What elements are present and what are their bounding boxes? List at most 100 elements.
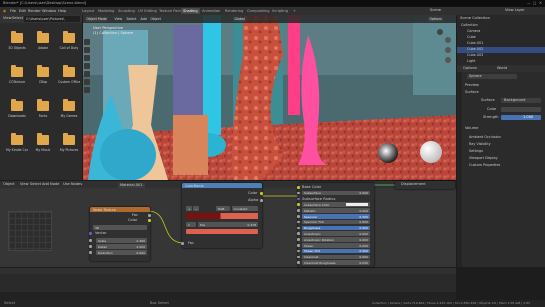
folder-icon[interactable]	[11, 133, 23, 145]
noise-input-socket[interactable]	[89, 239, 92, 242]
tab-rendering[interactable]: Rendering	[223, 8, 245, 14]
object-mode-dropdown[interactable]: Object Mode	[85, 16, 109, 22]
subsurface-color-swatch[interactable]	[346, 203, 368, 207]
noise-field[interactable]: Detail 2.000	[96, 244, 147, 249]
ramp-add-button[interactable]: +	[186, 206, 192, 211]
bsdf-input-socket[interactable]	[297, 220, 300, 224]
bsdf-input-socket[interactable]	[297, 261, 300, 264]
menu-window[interactable]: Window	[42, 9, 56, 13]
bsdf-input-field[interactable]: Sheen Tint 0.500	[302, 248, 370, 253]
bsdf-input-field[interactable]: Clearcoat 0.000	[302, 254, 370, 259]
ramp-mode-dropdown[interactable]: RGB	[216, 206, 230, 211]
noise-input-socket[interactable]	[89, 251, 92, 254]
strength-field[interactable]	[501, 115, 541, 120]
bsdf-input-socket[interactable]	[297, 226, 300, 230]
folder-icon[interactable]	[37, 31, 49, 43]
properties-subpanel[interactable]: Ambient Occlusion	[469, 135, 539, 141]
bsdf-input-socket[interactable]	[297, 215, 300, 218]
folder-icon[interactable]	[63, 65, 75, 77]
ramp-stop-index[interactable]: 1	[186, 222, 196, 227]
cursor-tool-icon[interactable]	[84, 39, 90, 45]
tab-compositing[interactable]: Compositing	[245, 8, 272, 14]
noise-field[interactable]: Scale 2.300	[96, 238, 147, 243]
bsdf-input-socket[interactable]	[297, 209, 300, 212]
properties-tab-world[interactable]: World	[497, 66, 507, 71]
node-editor[interactable]: Object View Select Add Node Use Nodes Ma…	[0, 181, 456, 267]
noise-texture-node[interactable]: Noise Texture Fac Color 3D Vector Scale 2…	[89, 207, 151, 261]
measure-tool-icon[interactable]	[84, 87, 90, 93]
properties-tab-options[interactable]: Options	[463, 66, 477, 71]
noise-color-socket[interactable]	[148, 219, 151, 222]
blender-logo-icon[interactable]: ◉	[3, 9, 6, 13]
properties-subpanel[interactable]: Viewport Display	[469, 156, 539, 162]
ramp-fac-socket[interactable]	[181, 242, 184, 245]
tab-sculpting[interactable]: Sculpting	[116, 8, 137, 14]
file-path-field[interactable]: C:\Users\user\Pictures\	[24, 16, 80, 22]
surface-section[interactable]: Surface	[465, 90, 479, 95]
ramp-interp-dropdown[interactable]: Constant	[232, 206, 258, 211]
folder-icon[interactable]	[37, 133, 49, 145]
ramp-alpha-socket[interactable]	[260, 199, 263, 202]
bsdf-input-socket[interactable]	[297, 249, 300, 253]
tab-shading[interactable]: Shading	[181, 8, 200, 14]
viewport-object-menu[interactable]: Object	[149, 17, 162, 22]
bsdf-input-socket[interactable]	[297, 244, 300, 247]
folder-icon[interactable]	[11, 31, 23, 43]
bsdf-input-socket[interactable]	[297, 238, 300, 241]
properties-subpanel[interactable]: Ray Visibility	[469, 142, 539, 148]
bsdf-input-field[interactable]: Specular 0.500	[302, 214, 370, 219]
color-ramp-node[interactable]: ColorRamp Color Alpha + − RGB Constant 1…	[181, 183, 263, 248]
noise-node-header[interactable]: Noise Texture	[90, 207, 150, 212]
viewport-add-menu[interactable]: Add	[139, 17, 148, 22]
close-icon[interactable]: ✕	[539, 1, 542, 6]
ramp-stop-color[interactable]	[186, 229, 258, 234]
noise-fac-socket[interactable]	[148, 214, 151, 217]
maximize-icon[interactable]: □	[533, 1, 536, 6]
bsdf-input-socket[interactable]	[297, 191, 300, 195]
view-layer-label[interactable]: View Layer	[505, 8, 525, 13]
principled-bsdf-node[interactable]: Base Color Subsurface 0.000 Subsurface Radi…	[297, 183, 374, 267]
ramp-gradient-bar[interactable]	[186, 213, 258, 219]
menu-file[interactable]: File	[10, 9, 16, 13]
color-ramp-header[interactable]: ColorRamp	[182, 183, 262, 188]
bsdf-input-field[interactable]: Metallic 0.000	[302, 208, 370, 213]
noise-field[interactable]: Distortion 0.000	[96, 250, 147, 255]
options-dropdown[interactable]: Options	[428, 16, 444, 22]
fb-select-menu[interactable]: Select	[12, 16, 23, 21]
menu-render[interactable]: Render	[28, 9, 41, 13]
folder-icon[interactable]	[11, 99, 23, 111]
volume-section[interactable]: Volume	[465, 126, 478, 131]
noise-input-socket[interactable]	[89, 245, 92, 248]
bsdf-input-field[interactable]: Subsurface Color	[302, 202, 370, 207]
rotate-tool-icon[interactable]	[84, 55, 90, 61]
move-tool-icon[interactable]	[84, 47, 90, 53]
viewport-select-menu[interactable]: Select	[125, 17, 138, 22]
noise-vector-socket[interactable]	[89, 232, 92, 235]
folder-icon[interactable]	[63, 31, 75, 43]
transform-orientation-dropdown[interactable]: Global	[233, 16, 247, 22]
material-output-node[interactable]: Displacement	[395, 181, 455, 189]
pan-hand-icon[interactable]	[445, 47, 451, 53]
noise-dim-dropdown[interactable]: 3D	[93, 225, 147, 230]
properties-subpanel[interactable]: Custom Properties	[469, 163, 539, 169]
bsdf-input-field[interactable]: Anisotropic Rotation 0.000	[302, 237, 370, 242]
ramp-color-socket[interactable]	[260, 192, 263, 195]
properties-subpanel[interactable]: Settings	[469, 149, 539, 155]
minimize-icon[interactable]: —	[527, 1, 531, 6]
folder-icon[interactable]	[37, 99, 49, 111]
bsdf-input-socket[interactable]	[297, 197, 300, 201]
bsdf-input-socket[interactable]	[297, 203, 300, 206]
scene-label[interactable]: Scene	[430, 8, 441, 13]
tab-modeling[interactable]: Modeling	[96, 8, 116, 14]
transform-tool-icon[interactable]	[84, 71, 90, 77]
bsdf-input-field[interactable]: Roughness 0.500	[302, 225, 370, 230]
bsdf-input-field[interactable]: Anisotropic 0.000	[302, 231, 370, 236]
bsdf-input-field[interactable]: Clearcoat Roughness 0.030	[302, 260, 370, 265]
tab-layout[interactable]: Layout	[80, 8, 96, 14]
folder-icon[interactable]	[11, 65, 23, 77]
menu-help[interactable]: Help	[58, 9, 66, 13]
bsdf-input-socket[interactable]	[297, 232, 300, 235]
3d-viewport[interactable]: Object Mode View Select Add Object Globa…	[83, 15, 456, 180]
folder-icon[interactable]	[63, 133, 75, 145]
folder-icon[interactable]	[63, 99, 75, 111]
